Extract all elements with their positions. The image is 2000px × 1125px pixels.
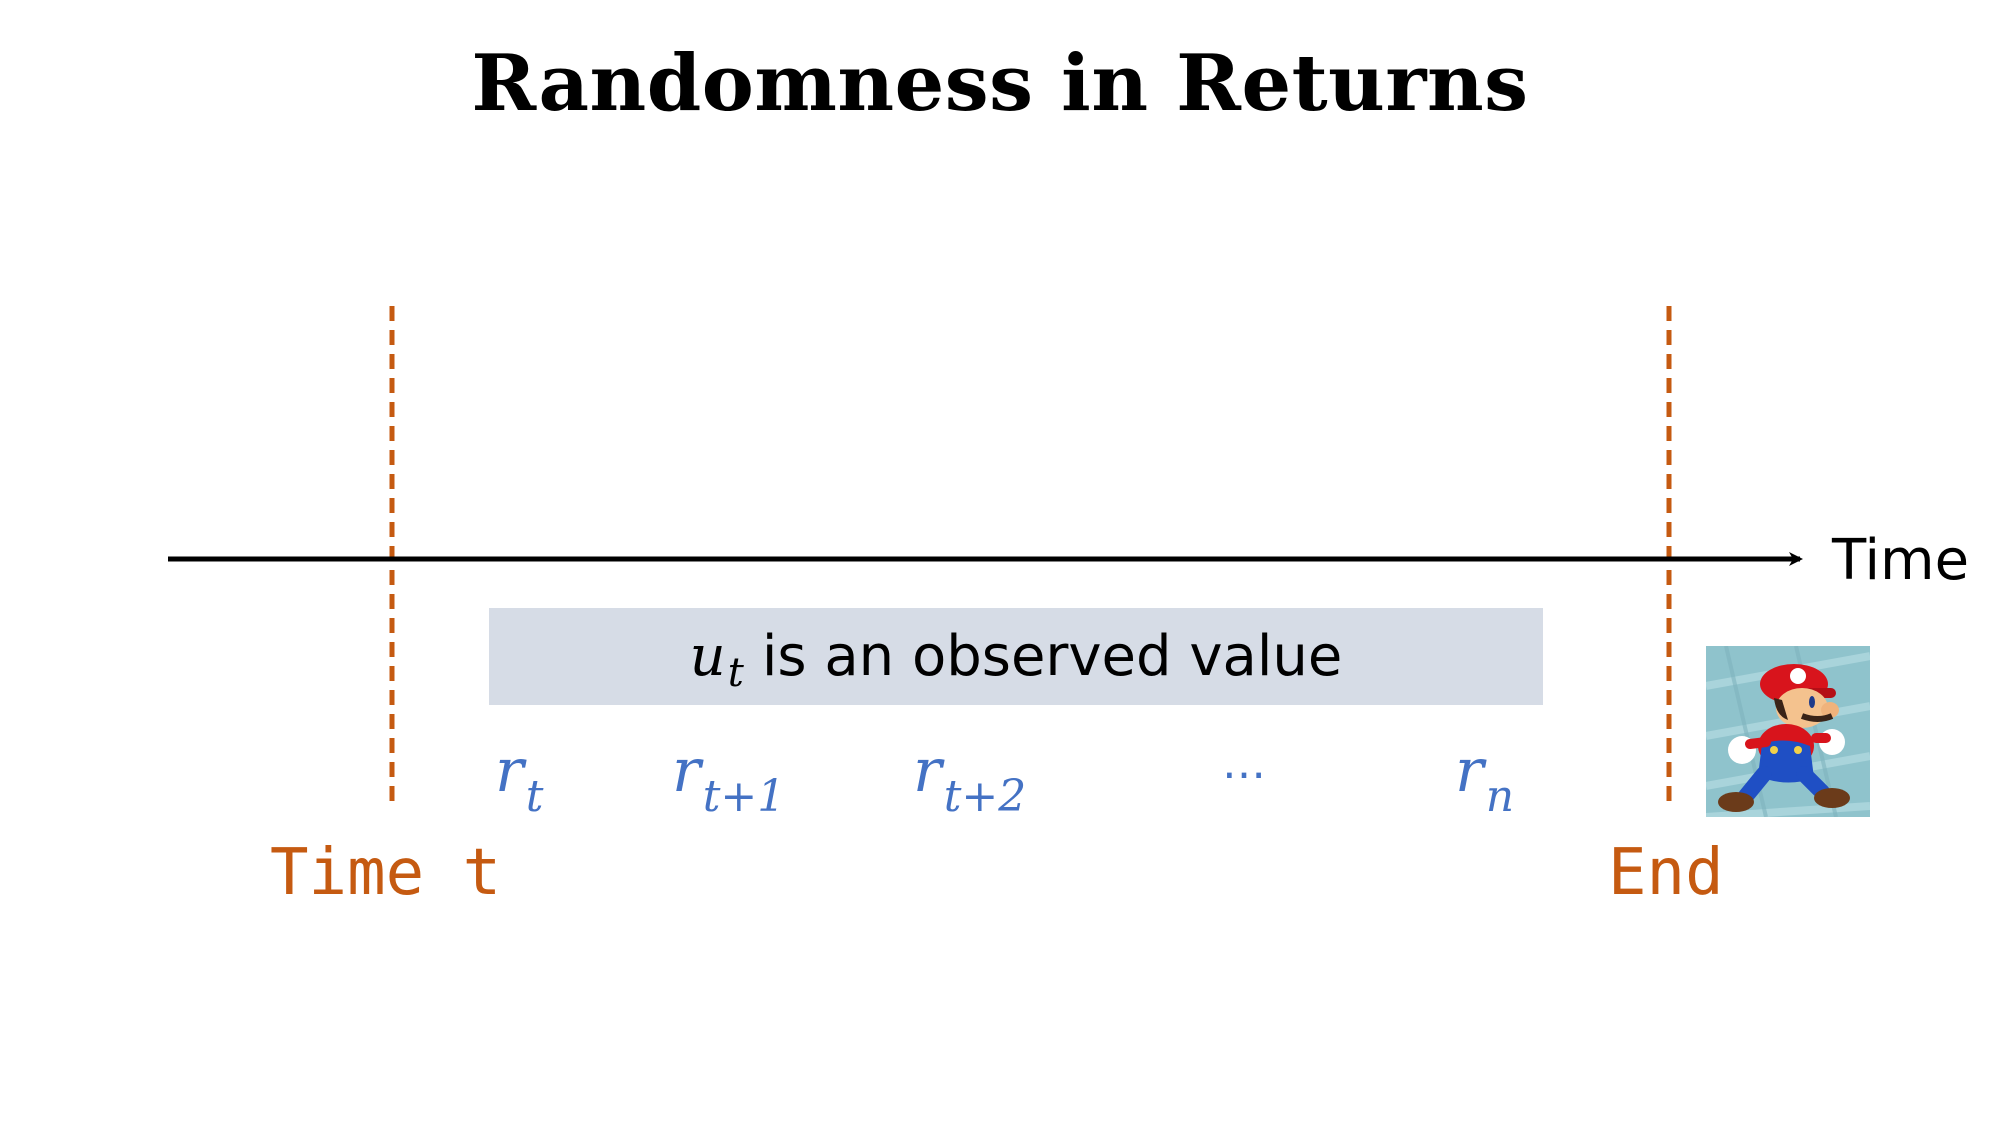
observed-text: is an observed value — [761, 624, 1343, 689]
reward-subscript: t+1 — [702, 771, 786, 822]
start-marker-label: Time t — [270, 836, 502, 910]
reward-r-n: rn — [1455, 736, 1514, 822]
observed-symbol: u — [689, 624, 726, 689]
reward-subscript: t+2 — [943, 771, 1027, 822]
slide: Randomness in Returns Time u t is an obser… — [0, 0, 2000, 1125]
reward-r-t: rt — [495, 736, 543, 822]
observed-value-box: u t is an observed value — [489, 608, 1543, 705]
mario-character-icon — [1706, 646, 1870, 817]
reward-ellipsis: … — [1222, 738, 1266, 789]
reward-r-t-plus-1: rt+1 — [672, 736, 785, 822]
reward-subscript: n — [1485, 771, 1515, 822]
end-marker-label: End — [1608, 836, 1724, 910]
observed-subscript: t — [727, 649, 744, 696]
reward-r-t-plus-2: rt+2 — [913, 736, 1026, 822]
timeline-svg — [168, 306, 1803, 804]
time-axis-label: Time — [1832, 528, 1970, 593]
reward-symbol: r — [1455, 736, 1484, 806]
reward-symbol: r — [672, 736, 701, 806]
reward-subscript: t — [525, 771, 544, 822]
reward-symbol: r — [913, 736, 942, 806]
reward-symbol: r — [495, 736, 524, 806]
